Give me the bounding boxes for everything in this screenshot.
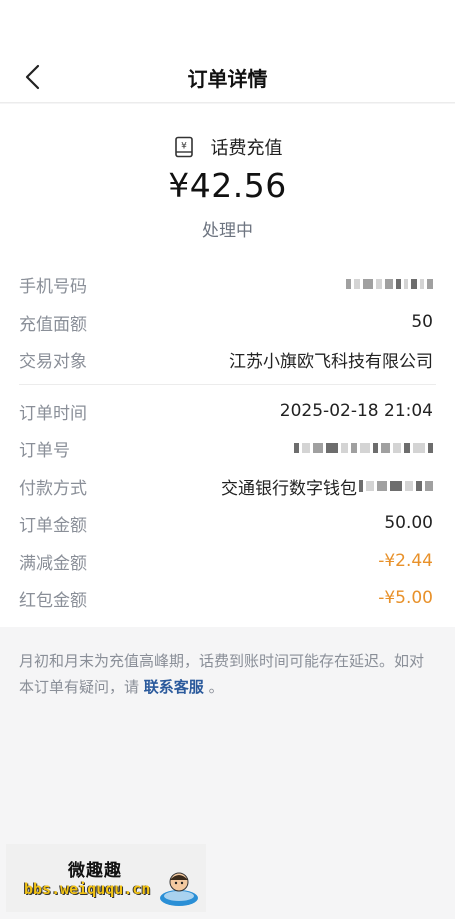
detail-row-order-time: 订单时间 2025-02-18 21:04: [19, 398, 433, 424]
detail-value: 江苏小旗欧飞科技有限公司: [229, 351, 433, 372]
product-header: ¥ 话费充值: [0, 134, 455, 160]
nav-bar: 订单详情: [0, 0, 455, 103]
detail-row-full-discount: 满减金额 -¥2.44: [19, 548, 433, 574]
discount-value: -¥2.44: [378, 551, 433, 571]
recharge-notice: 月初和月末为充值高峰期，话费到账时间可能存在延迟。如对本订单有疑问，请 联系客服…: [19, 648, 436, 700]
order-amount-display: ¥42.56: [168, 166, 287, 205]
detail-row-phone: 手机号码: [19, 271, 433, 297]
detail-label: 充值面额: [19, 314, 87, 335]
phone-bill-icon: ¥: [174, 136, 193, 158]
detail-row-counterparty: 交易对象 江苏小旗欧飞科技有限公司: [19, 346, 433, 372]
mascot-icon: [160, 872, 198, 906]
detail-row-payment-method: 付款方式 交通银行数字钱包: [19, 473, 433, 499]
detail-row-face-value: 充值面额 50: [19, 309, 433, 335]
detail-row-order-number: 订单号: [19, 435, 433, 461]
redacted-phone-number: [346, 277, 433, 291]
redacted-card-number: [359, 479, 433, 493]
section-divider: [19, 384, 436, 385]
contact-support-link[interactable]: 联系客服: [144, 678, 204, 696]
order-card: ¥ 话费充值 ¥42.56 处理中 手机号码 充值面额 50 交易对象 江苏小旗…: [0, 104, 455, 627]
detail-value: 50: [411, 312, 433, 332]
watermark-title: 微趣趣: [68, 861, 122, 881]
detail-label: 订单时间: [19, 403, 87, 424]
detail-label: 满减金额: [19, 553, 87, 574]
detail-value: 交通银行数字钱包: [221, 478, 357, 499]
detail-label: 手机号码: [19, 276, 87, 297]
detail-label: 交易对象: [19, 351, 87, 372]
detail-row-red-packet: 红包金额 -¥5.00: [19, 585, 433, 611]
detail-label: 订单金额: [19, 515, 87, 536]
detail-label: 付款方式: [19, 478, 87, 499]
page-title: 订单详情: [187, 67, 268, 91]
detail-value: 50.00: [384, 513, 433, 533]
detail-value: 2025-02-18 21:04: [279, 401, 433, 421]
payment-method-value: 交通银行数字钱包: [221, 474, 433, 499]
detail-label: 订单号: [19, 440, 70, 461]
discount-value: -¥5.00: [378, 588, 433, 608]
detail-label: 红包金额: [19, 590, 87, 611]
product-name: 话费充值: [210, 138, 283, 159]
watermark-url: bbs.weiququ.cn: [24, 880, 151, 898]
watermark: 微趣趣 bbs.weiququ.cn: [6, 844, 206, 912]
detail-row-order-amount: 订单金额 50.00: [19, 510, 433, 536]
notice-suffix: 。: [208, 678, 224, 696]
order-status: 处理中: [202, 221, 253, 241]
redacted-order-number[interactable]: [294, 441, 433, 455]
svg-text:¥: ¥: [181, 142, 187, 152]
